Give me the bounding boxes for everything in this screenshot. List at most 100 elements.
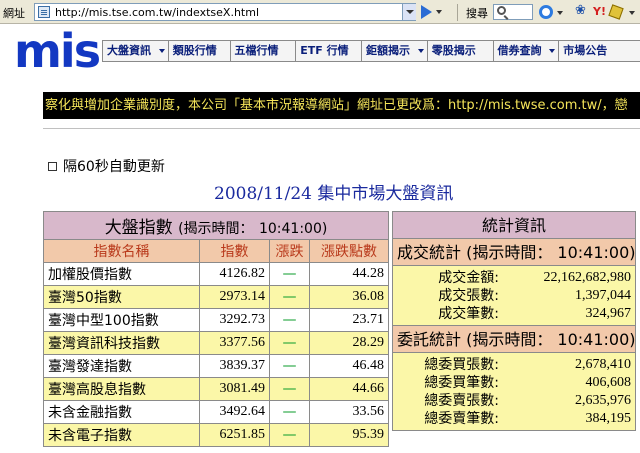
index-name-cell: 未含電子指數 — [43, 423, 200, 447]
stat-value: 1,397,044 — [575, 288, 631, 303]
index-change-cell: — — [269, 423, 310, 447]
auto-refresh-label: 隔60秒自動更新 — [63, 159, 165, 175]
auto-refresh-checkbox[interactable] — [48, 161, 57, 171]
stats-title: 統計資訊 — [392, 211, 636, 239]
go-arrow-icon[interactable] — [421, 5, 432, 19]
index-value-cell: 3081.49 — [199, 377, 270, 401]
stat-label: 成交金額: — [438, 270, 499, 286]
stat-label: 總委賣筆數: — [424, 411, 499, 427]
stat-label: 總委買筆數: — [424, 375, 499, 391]
address-dropdown-button[interactable] — [402, 4, 416, 20]
index-change-cell: — — [269, 400, 310, 424]
chevron-down-icon[interactable] — [629, 11, 635, 15]
nav-item-1[interactable]: 類股行情 — [169, 41, 231, 61]
index-change-cell: — — [269, 331, 310, 355]
nav-item-7[interactable]: 市場公告 — [559, 41, 640, 61]
address-label: 網址 — [3, 7, 25, 20]
index-name-cell: 臺灣50指數 — [43, 285, 200, 309]
index-time: 10:41:00) — [258, 221, 328, 237]
order-stat-row: 總委賣筆數: 384,195 — [393, 410, 635, 428]
nav-item-5[interactable]: 零股揭示 — [428, 41, 494, 61]
index-title: 大盤指數 — [104, 218, 173, 238]
stat-value: 324,967 — [585, 306, 632, 321]
order-stats-heading: 委託統計 (揭示時間： 10:41:00) — [392, 326, 636, 353]
table-row: 臺灣高股息指數 3081.49—44.66 — [43, 377, 389, 401]
index-value-cell: 4126.82 — [199, 262, 270, 286]
table-header-row: 指數名稱 指數 漲跌 漲跌點數 — [43, 239, 389, 263]
search-input[interactable] — [493, 4, 533, 20]
index-value-cell: 6251.85 — [199, 423, 270, 447]
trade-stats-body: 成交金額: 22,162,682,980 成交張數: 1,397,044 成交筆數: 32… — [392, 266, 636, 326]
nav-item-label: 大盤資訊 — [107, 44, 151, 57]
order-stat-row: 總委買筆數: 406,608 — [393, 374, 635, 392]
stat-label: 總委賣張數: — [424, 393, 499, 409]
order-stat-row: 總委賣張數: 2,635,976 — [393, 392, 635, 410]
index-change-cell: — — [269, 262, 310, 286]
index-points-cell: 28.29 — [309, 331, 389, 355]
nav-item-3[interactable]: ETF 行情 — [296, 41, 363, 61]
nav-item-label: ETF 行情 — [300, 44, 349, 57]
search-icon — [497, 6, 506, 15]
order-stats-body: 總委買張數: 2,678,410 總委買筆數: 406,608 總委賣張數: 2,635,… — [392, 353, 636, 431]
index-points-cell: 44.28 — [309, 262, 389, 286]
nav-item-label: 鉅額揭示 — [366, 44, 411, 57]
chevron-down-icon — [417, 49, 424, 53]
auto-refresh-option[interactable]: 隔60秒自動更新 — [48, 156, 165, 176]
index-change-cell: — — [269, 377, 310, 401]
nav-item-2[interactable]: 五檔行情 — [231, 41, 297, 61]
nav-item-4[interactable]: 鉅額揭示 — [362, 41, 428, 61]
index-name-cell: 臺灣發達指數 — [43, 354, 200, 378]
index-value-cell: 2973.14 — [199, 285, 270, 309]
divider — [43, 128, 640, 129]
stat-label: 總委買張數: — [424, 357, 499, 373]
stats-panel: 統計資訊 成交統計 (揭示時間： 10:41:00) 成交金額: 22,162,6… — [392, 211, 636, 431]
pen-icon[interactable] — [608, 4, 624, 20]
trade-stat-row: 成交金額: 22,162,682,980 — [393, 269, 635, 287]
index-time-label: (揭示時間： — [178, 221, 254, 237]
table-row: 加權股價指數 4126.82—44.28 — [43, 262, 389, 286]
address-url: http://mis.tse.com.tw/indextseX.html — [55, 6, 260, 19]
index-change-cell: — — [269, 354, 310, 378]
chevron-down-icon[interactable] — [557, 11, 563, 15]
nav-item-0[interactable]: 大盤資訊 — [103, 41, 169, 61]
site-logo[interactable]: mis — [14, 26, 101, 76]
browser-icon[interactable] — [539, 5, 553, 19]
index-points-cell: 36.08 — [309, 285, 389, 309]
nav-item-6[interactable]: 借券查詢 — [494, 41, 560, 61]
search-label: 搜尋 — [466, 7, 488, 20]
index-points-cell: 95.39 — [309, 423, 389, 447]
index-points-cell: 46.48 — [309, 354, 389, 378]
col-header-points: 漲跌點數 — [309, 239, 389, 263]
browser-toolbar: 網址 http://mis.tse.com.tw/indextseX.html … — [0, 0, 640, 24]
index-name-cell: 臺灣中型100指數 — [43, 308, 200, 332]
address-input[interactable]: http://mis.tse.com.tw/indextseX.html — [34, 3, 416, 21]
order-stat-row: 總委買張數: 2,678,410 — [393, 356, 635, 374]
page-title: 2008/11/24 集中市場大盤資訊 — [214, 184, 454, 204]
index-change-cell: — — [269, 285, 310, 309]
table-row: 臺灣中型100指數 3292.73—23.71 — [43, 308, 389, 332]
index-name-cell: 臺灣高股息指數 — [43, 377, 200, 401]
nav-item-label: 零股揭示 — [431, 44, 476, 57]
stat-label: 成交張數: — [438, 288, 499, 304]
index-name-cell: 加權股價指數 — [43, 262, 200, 286]
nav-item-label: 借券查詢 — [497, 44, 542, 57]
index-value-cell: 3839.37 — [199, 354, 270, 378]
index-points-cell: 44.66 — [309, 377, 389, 401]
index-value-cell: 3377.56 — [199, 331, 270, 355]
stat-value: 406,608 — [585, 375, 632, 390]
stat-value: 2,678,410 — [575, 357, 631, 372]
nav-item-label: 類股行情 — [172, 44, 217, 57]
index-name-cell: 未含金融指數 — [43, 400, 200, 424]
index-name-cell: 臺灣資訊科技指數 — [43, 331, 200, 355]
trade-stats-heading: 成交統計 (揭示時間： 10:41:00) — [392, 239, 636, 266]
paw-icon[interactable]: ❀ — [575, 3, 589, 18]
page-icon — [38, 6, 50, 18]
chevron-down-icon[interactable] — [436, 10, 442, 14]
index-points-cell: 23.71 — [309, 308, 389, 332]
index-change-cell: — — [269, 308, 310, 332]
index-value-cell: 3492.64 — [199, 400, 270, 424]
yahoo-icon[interactable]: Y! — [593, 5, 607, 19]
stat-value: 384,195 — [585, 411, 632, 426]
index-table: 大盤指數 (揭示時間： 10:41:00) 指數名稱 指數 漲跌 漲跌點數 加權… — [43, 211, 389, 447]
main-nav: 大盤資訊 類股行情 五檔行情 ETF 行情 鉅額揭示 零股揭示 借券查詢 市場公告 — [102, 40, 640, 62]
